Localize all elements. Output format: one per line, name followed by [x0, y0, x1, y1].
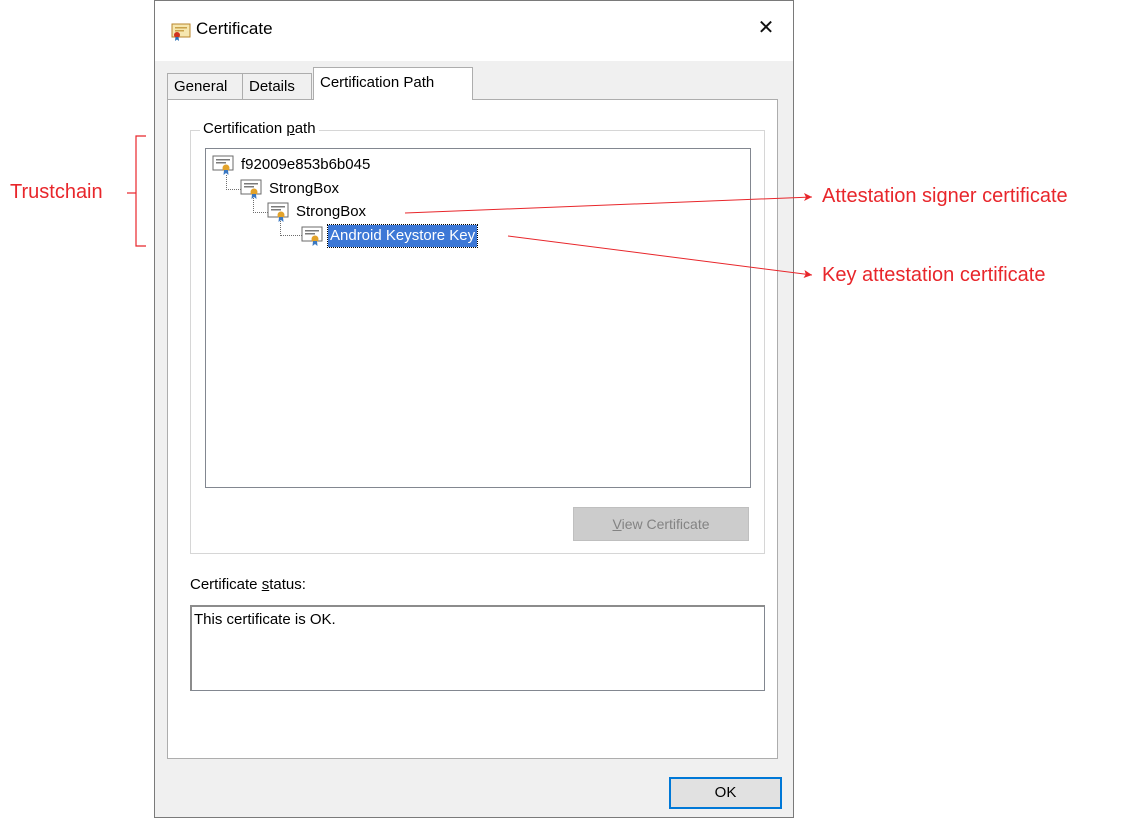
legend-accelerator: p	[286, 120, 295, 137]
legend-text-suffix: ath	[294, 120, 316, 137]
status-label-suffix: tatus:	[269, 576, 306, 593]
title-bar: Certificate ✕	[155, 1, 793, 61]
legend-text-prefix: Certification	[203, 120, 287, 137]
certification-path-group: Certification path f92009e853b6b045 Stro…	[190, 120, 765, 554]
view-certificate-button[interactable]: View Certificate	[573, 507, 749, 541]
certificate-status-box[interactable]: This certificate is OK.	[190, 605, 765, 691]
certificate-status-label: Certificate status:	[190, 576, 306, 593]
certification-path-panel: Certification path f92009e853b6b045 Stro…	[167, 99, 778, 759]
trustchain-annotation: Trustchain	[10, 181, 103, 203]
signer-annotation: Attestation signer certificate	[822, 185, 1068, 207]
tree-node-label: StrongBox	[296, 203, 367, 220]
key-arrow-head	[803, 270, 812, 278]
trustchain-bracket	[135, 135, 146, 247]
certificate-icon	[240, 179, 262, 199]
certificate-icon	[267, 202, 289, 222]
button-label: iew Certificate	[621, 516, 710, 532]
close-icon: ✕	[757, 17, 775, 39]
signer-arrow-head	[804, 193, 812, 201]
close-button[interactable]: ✕	[753, 15, 779, 41]
tab-general[interactable]: General	[167, 73, 243, 99]
tree-connector	[226, 175, 241, 190]
tree-node-label: Android Keystore Key	[326, 224, 479, 248]
key-annotation: Key attestation certificate	[822, 264, 1046, 286]
group-legend: Certification path	[200, 120, 319, 137]
certificate-dialog: Certificate ✕ General Details Certificat…	[154, 0, 794, 818]
tab-details[interactable]: Details	[242, 73, 312, 99]
ok-button[interactable]: OK	[669, 777, 782, 809]
tree-connector	[253, 198, 268, 213]
certificate-icon	[212, 155, 234, 175]
tree-node-label: f92009e853b6b045	[241, 156, 371, 173]
tree-connector	[280, 221, 302, 236]
button-accelerator: V	[612, 516, 622, 532]
certificate-tree[interactable]: f92009e853b6b045 StrongBox StrongBox And…	[205, 148, 751, 488]
tab-certification-path[interactable]: Certification Path	[313, 67, 473, 100]
status-label-prefix: Certificate	[190, 576, 262, 593]
window-title: Certificate	[196, 19, 273, 38]
certificate-icon	[301, 226, 323, 246]
tree-node-label: StrongBox	[269, 180, 340, 197]
certificate-icon	[171, 23, 191, 41]
